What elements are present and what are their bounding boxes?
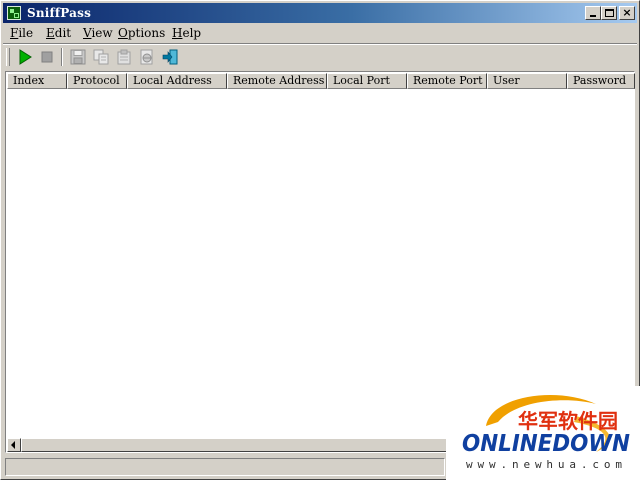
html-report-button[interactable] — [138, 48, 156, 66]
html-report-icon — [140, 49, 153, 65]
menu-edit-accel: E — [46, 26, 55, 40]
menu-edit-label: dit — [54, 26, 72, 40]
window-title: SniffPass — [27, 6, 92, 20]
column-header-local-port[interactable]: Local Port — [327, 73, 407, 89]
menu-help-accel: H — [172, 26, 183, 40]
toolbar-separator — [61, 48, 63, 66]
sniffpass-app-icon[interactable] — [7, 6, 21, 20]
scroll-left-button[interactable] — [7, 438, 21, 452]
column-header-local-address[interactable]: Local Address — [127, 73, 227, 89]
menu-help[interactable]: Help — [172, 26, 201, 40]
menu-bar: File Edit View Options Help — [3, 24, 637, 42]
menu-file[interactable]: File — [10, 26, 33, 40]
title-bar[interactable]: SniffPass × — [3, 3, 637, 23]
toolbar-grip[interactable] — [6, 48, 10, 66]
watermark-brand: ONLINEDOWN — [462, 431, 630, 457]
minimize-icon — [590, 15, 596, 17]
exit-button[interactable] — [161, 48, 179, 66]
menu-options-accel: O — [118, 26, 128, 40]
copy-icon — [93, 49, 109, 65]
maximize-button[interactable] — [601, 6, 617, 20]
menu-options[interactable]: Options — [118, 26, 165, 40]
column-header-user[interactable]: User — [487, 73, 567, 89]
toolbar — [3, 43, 637, 70]
status-panel — [5, 458, 445, 476]
close-button[interactable]: × — [619, 6, 635, 20]
close-icon: × — [622, 6, 632, 19]
maximize-icon — [605, 9, 614, 17]
watermark-url: www.newhua.com — [466, 458, 622, 471]
stop-capture-button[interactable] — [38, 48, 56, 66]
start-capture-button[interactable] — [16, 48, 34, 66]
column-header-index[interactable]: Index — [7, 73, 67, 89]
menu-view-label: iew — [91, 26, 113, 40]
column-header-remote-port[interactable]: Remote Port — [407, 73, 487, 89]
stop-capture-icon — [41, 51, 53, 63]
menu-help-label: elp — [182, 26, 202, 40]
save-icon — [70, 49, 86, 65]
save-button[interactable] — [69, 48, 87, 66]
menu-file-label: ile — [18, 26, 34, 40]
list-header: Index Protocol Local Address Remote Addr… — [7, 73, 635, 89]
menu-view[interactable]: View — [83, 26, 113, 40]
exit-icon — [162, 49, 178, 65]
column-header-protocol[interactable]: Protocol — [67, 73, 127, 89]
minimize-button[interactable] — [585, 6, 601, 20]
properties-button[interactable] — [115, 48, 133, 66]
column-header-remote-address[interactable]: Remote Address — [227, 73, 327, 89]
copy-button[interactable] — [92, 48, 110, 66]
onlinedown-logo: 华军软件园 ONLINEDOWN www.newhua.com — [462, 395, 630, 471]
column-header-password[interactable]: Password — [567, 73, 635, 89]
onlinedown-watermark: 华军软件园 ONLINEDOWN www.newhua.com — [446, 386, 640, 480]
properties-icon — [117, 49, 131, 65]
menu-edit[interactable]: Edit — [46, 26, 71, 40]
watermark-chinese: 华军软件园 — [518, 409, 618, 433]
start-capture-icon — [19, 49, 32, 65]
menu-options-label: ptions — [127, 26, 166, 40]
